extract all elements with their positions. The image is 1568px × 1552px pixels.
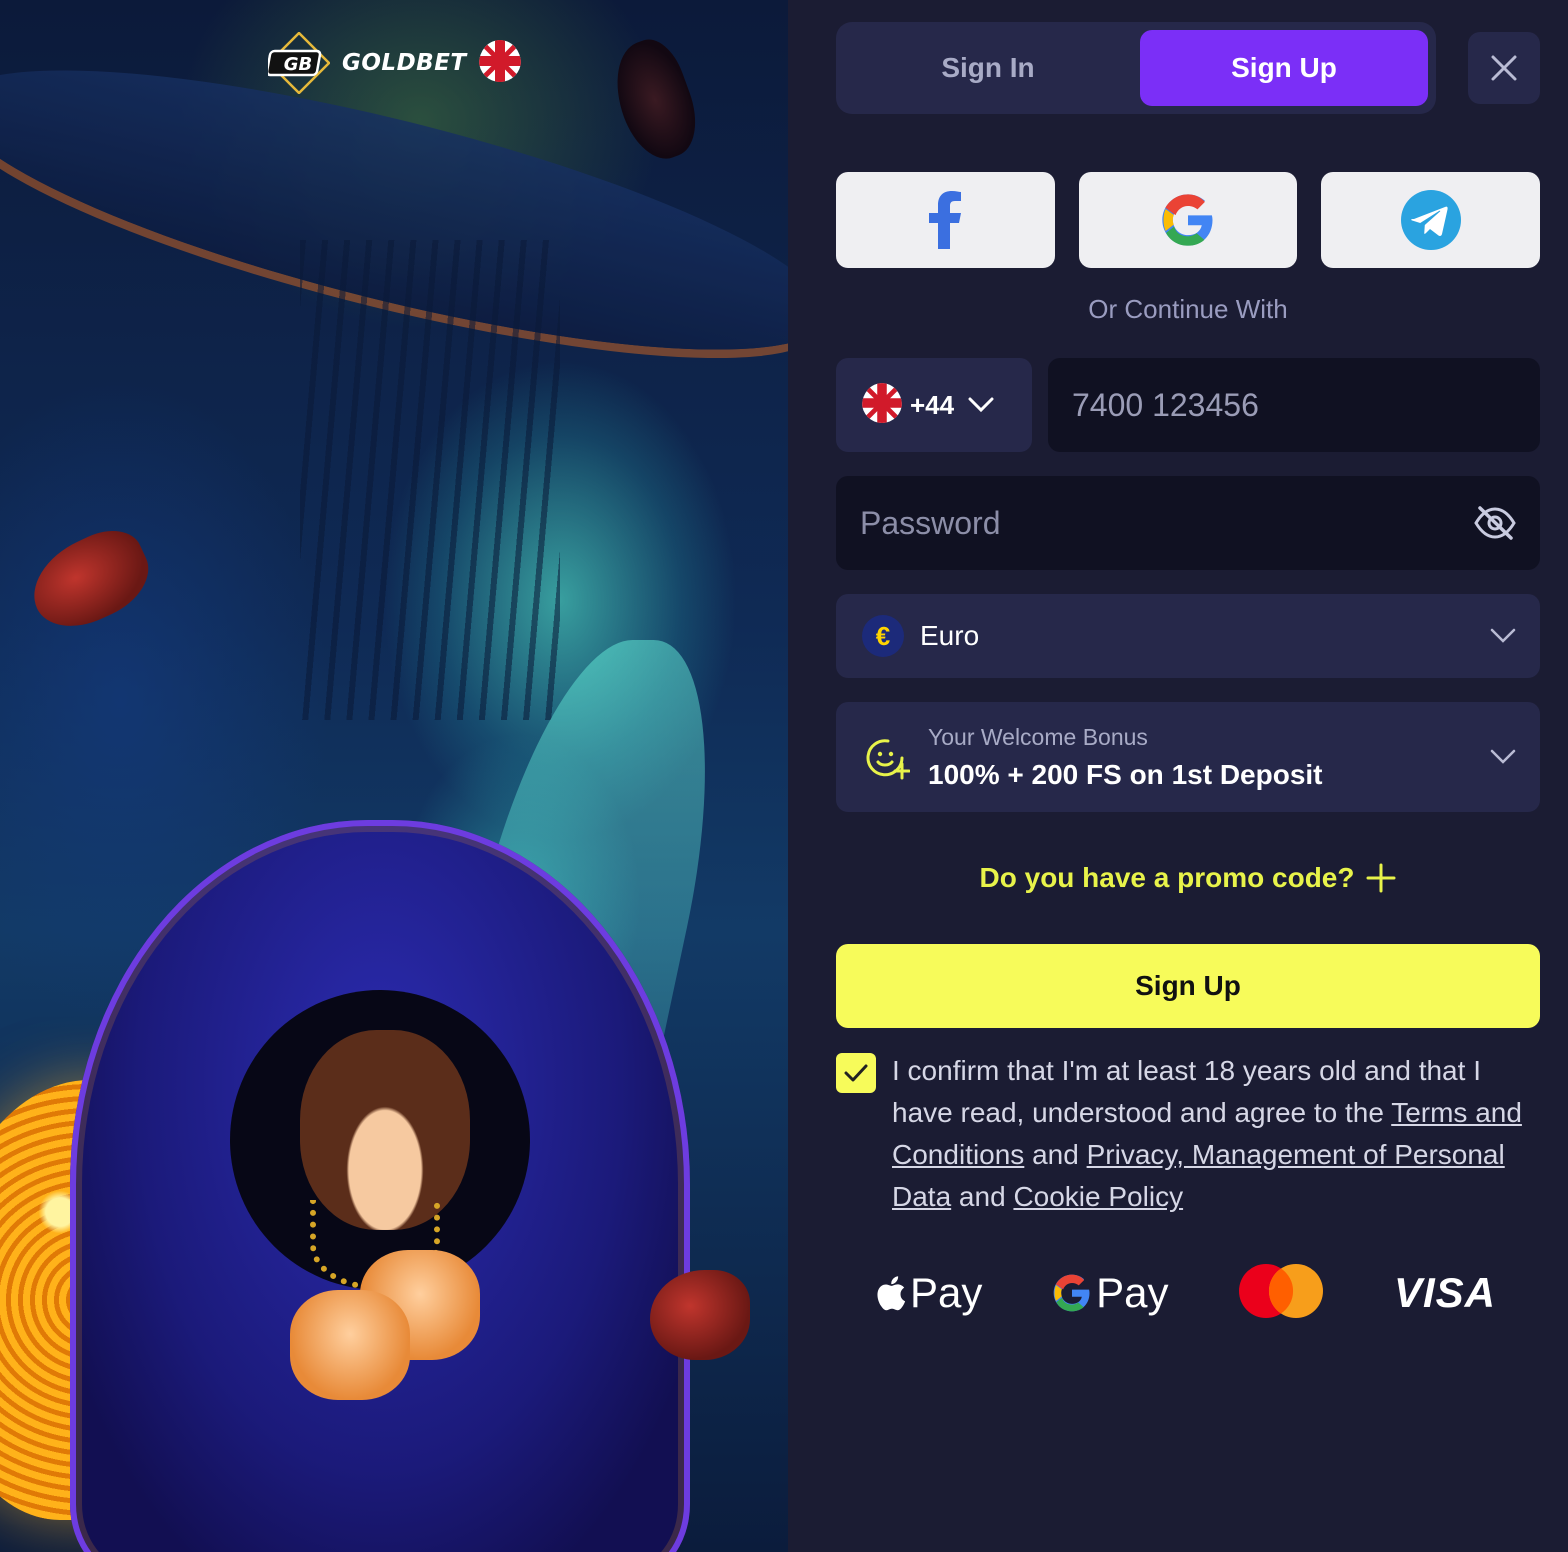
bonus-value: 100% + 200 FS on 1st Deposit — [928, 758, 1323, 790]
visa-logo: VISA — [1393, 1269, 1496, 1316]
telegram-login-button[interactable] — [1321, 172, 1541, 268]
sign-up-button[interactable]: Sign Up — [836, 944, 1540, 1028]
apple-icon — [877, 1276, 906, 1311]
goldbet-logo-icon: GB — [268, 32, 330, 94]
brand-name: GOLDBET — [342, 50, 467, 76]
hero-artwork: GB GOLDBET — [0, 0, 788, 1552]
close-button[interactable] — [1468, 32, 1540, 104]
brand-header: GB GOLDBET — [268, 32, 521, 94]
bird-right — [650, 1270, 750, 1360]
telegram-icon — [1400, 190, 1461, 250]
promo-code-label: Do you have a promo code? — [979, 862, 1355, 893]
auth-tabs: Sign In Sign Up — [836, 22, 1436, 114]
country-code-select[interactable]: +44 — [836, 358, 1032, 452]
password-field[interactable]: Password — [836, 476, 1540, 570]
svg-text:GB: GB — [284, 54, 313, 75]
eye-off-icon[interactable] — [1474, 505, 1516, 541]
country-code-value: +44 — [910, 389, 955, 420]
mascot-paw — [290, 1290, 410, 1400]
consent-text-part: and — [951, 1181, 1014, 1212]
consent-text: I confirm that I'm at least 18 years old… — [892, 1050, 1540, 1218]
auth-panel: Sign In Sign Up Or Continue With +44 740… — [788, 0, 1568, 1552]
payment-methods: Pay Pay VISA — [876, 1258, 1496, 1328]
uk-flag-icon — [862, 382, 902, 428]
chevron-down-icon — [1490, 749, 1516, 764]
cookie-policy-link[interactable]: Cookie Policy — [1013, 1181, 1183, 1212]
google-pay-text: Pay — [1096, 1269, 1169, 1316]
bonus-label: Your Welcome Bonus — [928, 723, 1148, 750]
chevron-down-icon — [968, 397, 994, 413]
uk-flag-icon[interactable] — [478, 39, 521, 87]
checkmark-icon — [844, 1064, 868, 1082]
social-login-row — [836, 172, 1541, 268]
close-icon — [1491, 55, 1517, 81]
google-pay-logo: Pay — [1052, 1269, 1168, 1317]
tab-sign-in[interactable]: Sign In — [844, 30, 1132, 106]
consent-checkbox[interactable] — [836, 1053, 876, 1093]
facebook-icon — [929, 191, 962, 249]
smiley-plus-icon — [866, 739, 910, 780]
bird-top — [601, 31, 709, 169]
hanging-vines — [300, 240, 560, 720]
apple-pay-text: Pay — [910, 1269, 983, 1316]
apple-pay-logo: Pay — [876, 1269, 982, 1317]
google-icon — [1162, 194, 1213, 246]
google-login-button[interactable] — [1078, 172, 1298, 268]
google-g-icon — [1053, 1274, 1090, 1312]
euro-icon: € — [862, 615, 904, 657]
phone-number-input[interactable]: 7400 123456 — [1048, 358, 1540, 452]
facebook-login-button[interactable] — [836, 172, 1055, 268]
age-terms-consent: I confirm that I'm at least 18 years old… — [836, 1052, 1540, 1218]
phone-row: +44 7400 123456 — [836, 358, 1540, 452]
currency-name: Euro — [920, 620, 980, 651]
bird-left — [18, 518, 162, 642]
or-continue-text: Or Continue With — [1088, 294, 1288, 324]
mastercard-icon — [1238, 1263, 1324, 1324]
chevron-down-icon — [1490, 628, 1516, 643]
consent-text-part: and — [1024, 1139, 1087, 1170]
plus-icon — [1366, 863, 1396, 893]
promo-code-toggle[interactable]: Do you have a promo code? — [836, 856, 1540, 900]
welcome-bonus-select[interactable]: Your Welcome Bonus 100% + 200 FS on 1st … — [836, 702, 1540, 812]
password-placeholder: Password — [860, 504, 1001, 541]
tab-sign-up[interactable]: Sign Up — [1140, 30, 1428, 106]
currency-select[interactable]: € Euro — [836, 594, 1540, 678]
